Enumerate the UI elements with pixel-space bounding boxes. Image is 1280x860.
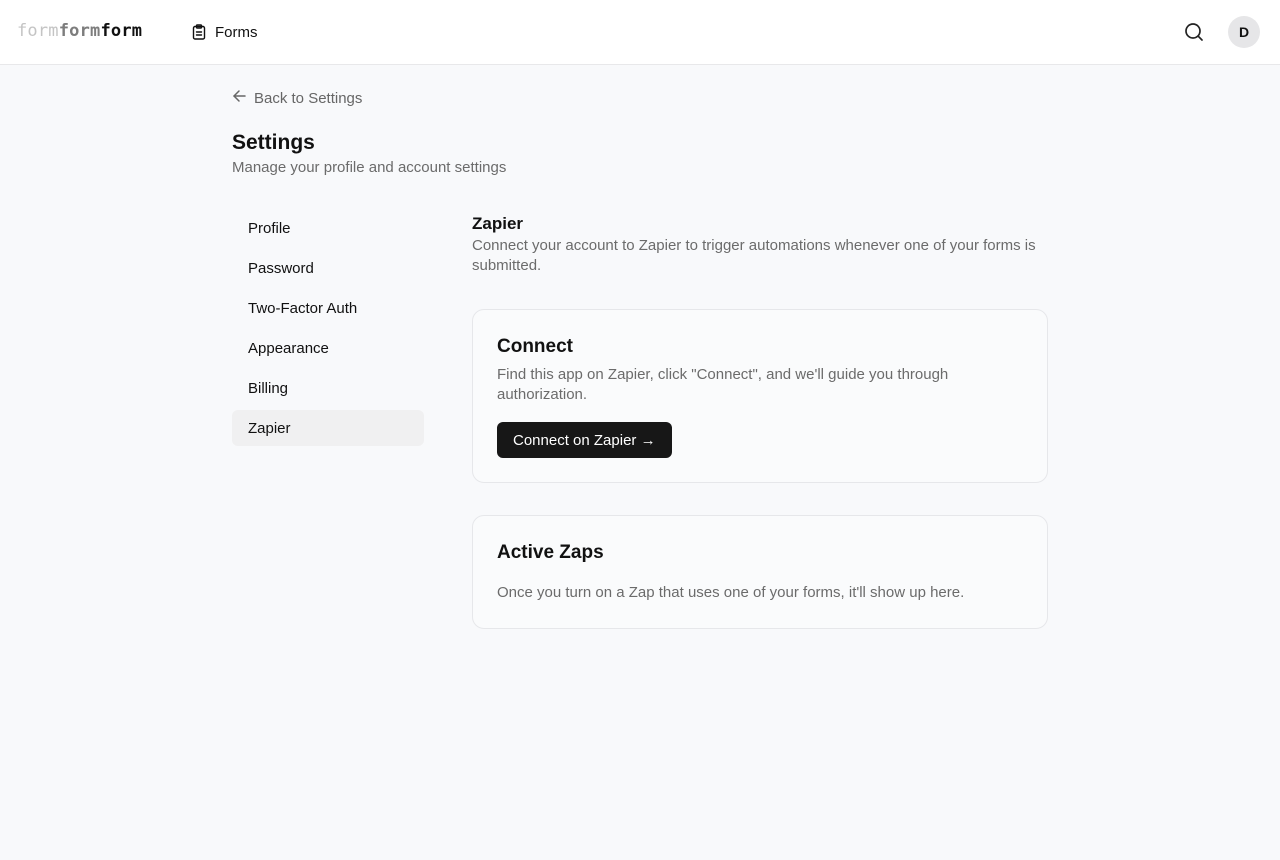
active-zaps-title: Active Zaps [497,542,604,563]
section-title: Zapier [472,214,524,233]
connect-card-description: Find this app on Zapier, click "Connect"… [497,366,949,403]
logo[interactable]: formformform [17,20,142,42]
sidebar-item-password[interactable]: Password [232,250,424,286]
back-to-settings-link[interactable]: Back to Settings [232,88,362,108]
clipboard-icon [192,24,206,40]
page-title: Settings [232,131,315,154]
logo-part-1: form [17,21,59,41]
avatar[interactable]: D [1228,16,1260,48]
nav-forms-link[interactable]: Forms [192,21,258,43]
back-to-settings-label: Back to Settings [254,89,363,107]
search-button[interactable] [1182,20,1206,44]
sidebar-item-appearance[interactable]: Appearance [232,330,424,366]
sidebar-item-two-factor-auth[interactable]: Two-Factor Auth [232,290,424,326]
arrow-left-icon [232,89,247,107]
section-description: Connect your account to Zapier to trigge… [472,237,1036,274]
top-bar: formformform Forms D [0,0,1280,65]
logo-part-2: form [58,21,101,41]
sidebar-item-billing[interactable]: Billing [232,370,424,406]
nav-forms-label: Forms [215,23,258,41]
logo-part-3: form [100,21,143,41]
active-zaps-description: Once you turn on a Zap that uses one of … [497,584,965,601]
page-subtitle: Manage your profile and account settings [232,159,507,176]
settings-sidebar: Profile Password Two-Factor Auth Appeara… [232,210,424,450]
sidebar-item-zapier[interactable]: Zapier [232,410,424,446]
search-icon [1182,23,1206,48]
connect-card: Connect Find this app on Zapier, click "… [472,309,1048,483]
active-zaps-card: Active Zaps Once you turn on a Zap that … [472,515,1048,629]
connect-card-title: Connect [497,336,573,357]
connect-on-zapier-button[interactable]: Connect on Zapier → [497,422,672,458]
sidebar-item-profile[interactable]: Profile [232,210,424,246]
